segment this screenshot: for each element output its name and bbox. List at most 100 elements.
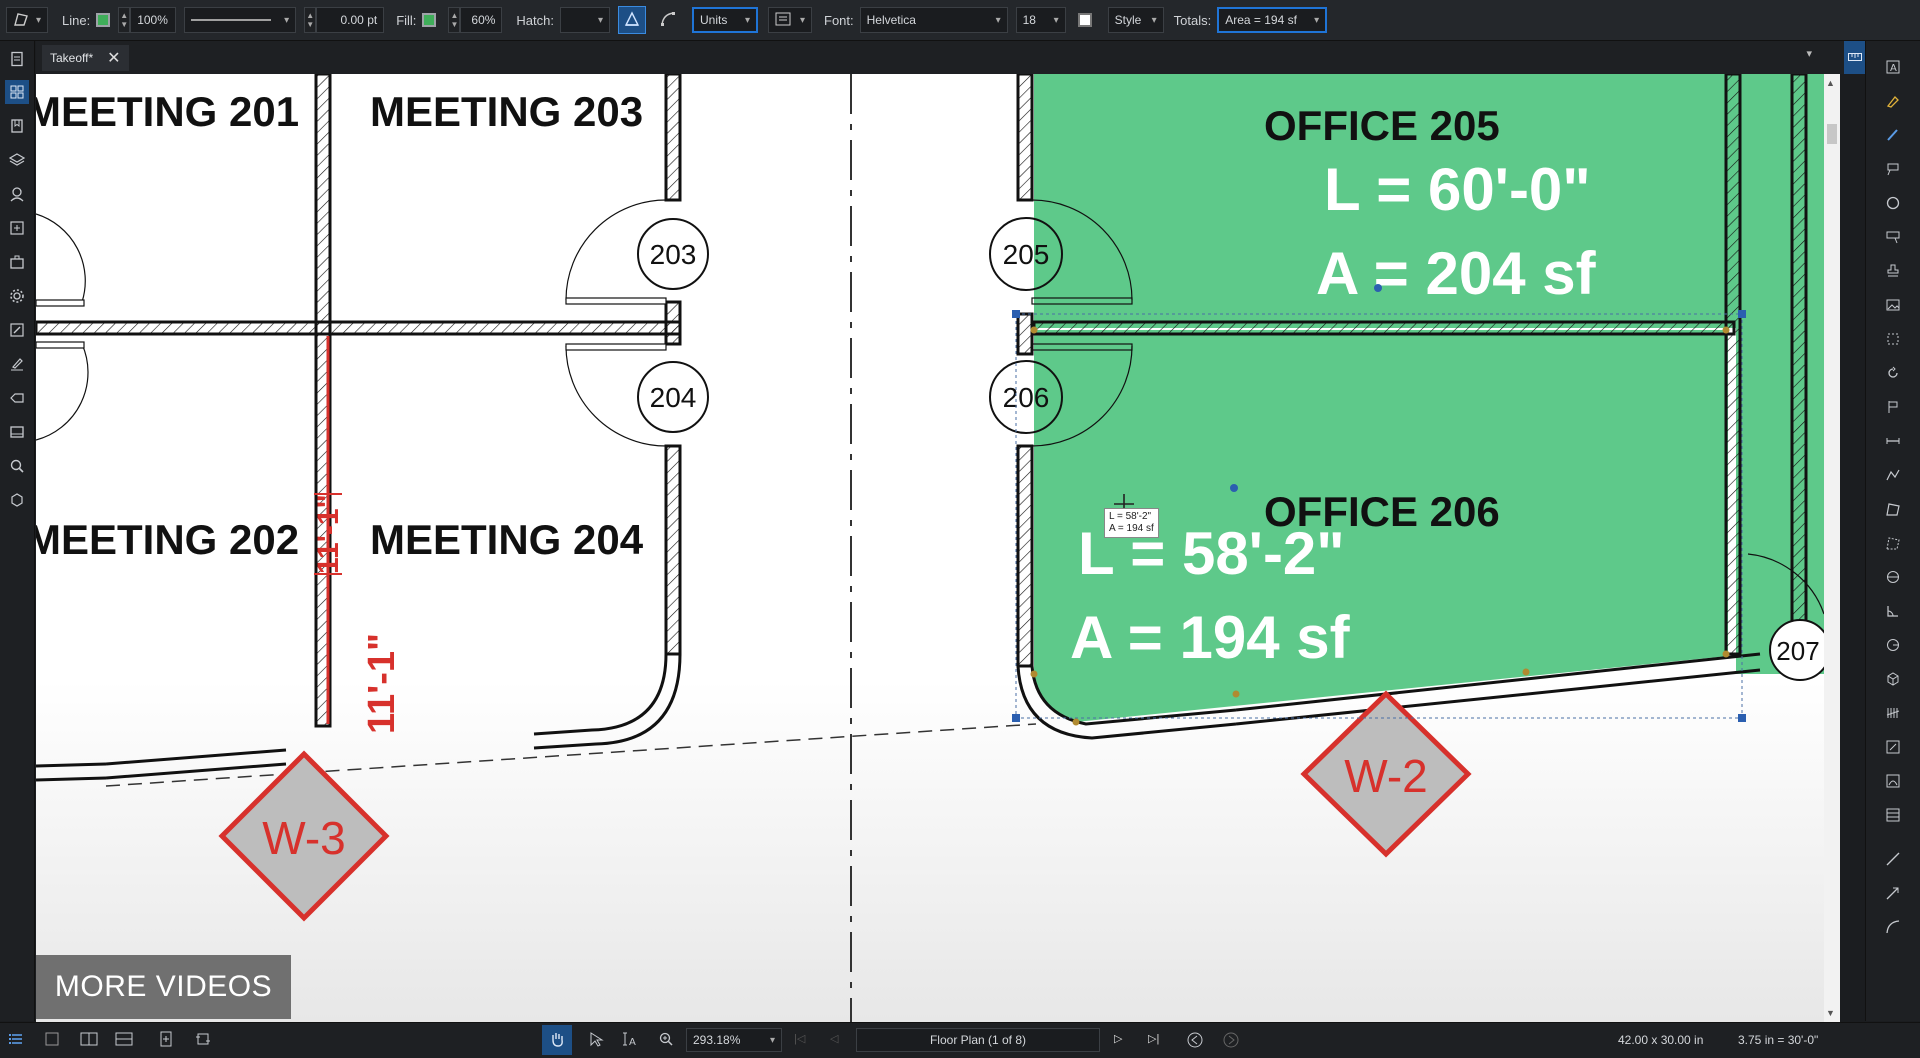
- markups-list-icon[interactable]: [5, 318, 29, 342]
- curve-icon: [659, 10, 677, 31]
- svg-text:W-3: W-3: [262, 812, 346, 864]
- units-dropdown[interactable]: Units ▾: [692, 7, 758, 33]
- text-color-swatch[interactable]: [1077, 13, 1092, 27]
- list-view-icon[interactable]: [8, 1031, 24, 1050]
- page-navigator[interactable]: Floor Plan (1 of 8): [856, 1028, 1100, 1052]
- drawing-canvas[interactable]: 203 204 205 206 207 MEETING 201 MEETING …: [36, 74, 1824, 1022]
- ruler-toggle-button[interactable]: [1844, 41, 1866, 74]
- split-horizontal-icon[interactable]: [115, 1031, 133, 1050]
- tab-list-chevron-down-icon[interactable]: ▾: [1806, 47, 1812, 60]
- fill-opacity-stepper[interactable]: ▲ ▼: [448, 7, 461, 33]
- stamp-icon[interactable]: [1881, 259, 1905, 283]
- font-label: Font:: [824, 12, 854, 28]
- length-measure-icon[interactable]: [1881, 429, 1905, 453]
- previous-view-icon[interactable]: [1186, 1031, 1204, 1052]
- svg-text:W-2: W-2: [1344, 750, 1428, 802]
- line-width-stepper[interactable]: ▲ ▼: [304, 7, 317, 33]
- select-pointer-icon[interactable]: [588, 1031, 604, 1050]
- table-icon[interactable]: [1881, 803, 1905, 827]
- status-bar: A 293.18% ▾ |◁ ◁ Floor Plan (1 of 8) ▷ ▷|…: [0, 1022, 1920, 1058]
- add-page-icon[interactable]: [158, 1031, 174, 1050]
- style-dropdown[interactable]: Style ▾: [1107, 7, 1164, 33]
- font-size-dropdown[interactable]: 18 ▾: [1015, 7, 1066, 33]
- places-icon[interactable]: [5, 182, 29, 206]
- polylength-icon[interactable]: [1881, 463, 1905, 487]
- area-measure-icon[interactable]: [1881, 497, 1905, 521]
- scrollbar-thumb[interactable]: [1827, 124, 1837, 144]
- door-tag-203: 203: [637, 218, 709, 290]
- tab-takeoff[interactable]: Takeoff* ✕: [42, 44, 129, 71]
- sync-view-icon[interactable]: [195, 1031, 211, 1050]
- office-205-area-label: A = 204 sf: [1316, 240, 1597, 307]
- single-page-view-icon[interactable]: [44, 1031, 60, 1050]
- image-icon[interactable]: [1881, 293, 1905, 317]
- curve-tool-button[interactable]: [654, 6, 682, 34]
- crop-area-icon[interactable]: [1881, 327, 1905, 351]
- ellipse-icon[interactable]: [1881, 191, 1905, 215]
- arrow-icon[interactable]: [1881, 881, 1905, 905]
- angle-icon[interactable]: [1881, 599, 1905, 623]
- highlighter-icon[interactable]: [1881, 89, 1905, 113]
- next-page-icon[interactable]: ▷: [1114, 1032, 1122, 1045]
- arc-icon[interactable]: [1881, 915, 1905, 939]
- line-opacity-stepper[interactable]: ▲ ▼: [118, 7, 131, 33]
- office-205-length-label: L = 60'-0": [1324, 156, 1591, 223]
- flag-icon[interactable]: [1881, 395, 1905, 419]
- totals-dropdown[interactable]: Area = 194 sf ▾: [1217, 7, 1328, 33]
- close-tab-icon[interactable]: ✕: [107, 48, 120, 68]
- file-access-icon[interactable]: [5, 47, 29, 71]
- pen-icon[interactable]: [1881, 123, 1905, 147]
- search-icon[interactable]: [5, 454, 29, 478]
- hatch-dropdown[interactable]: ▾: [560, 7, 610, 33]
- layers-icon[interactable]: [5, 148, 29, 172]
- thumbnails-icon[interactable]: [5, 80, 29, 104]
- last-page-icon[interactable]: ▷|: [1148, 1032, 1159, 1045]
- svg-text:203: 203: [650, 239, 697, 270]
- studio-icon[interactable]: [5, 420, 29, 444]
- bookmarks-icon[interactable]: [5, 114, 29, 138]
- line-style-dropdown[interactable]: ▾: [184, 7, 297, 33]
- fill-opacity-field[interactable]: 60%: [460, 7, 503, 33]
- scroll-down-icon[interactable]: ▼: [1826, 1008, 1835, 1018]
- split-vertical-icon[interactable]: [80, 1031, 98, 1050]
- tag-icon[interactable]: [5, 386, 29, 410]
- first-page-icon[interactable]: |◁: [794, 1032, 805, 1045]
- measure-tool-button[interactable]: [618, 6, 646, 34]
- rotate-icon[interactable]: [1881, 361, 1905, 385]
- next-view-icon[interactable]: [1222, 1031, 1240, 1052]
- volume-icon[interactable]: [1881, 667, 1905, 691]
- line-color-swatch[interactable]: [96, 13, 111, 27]
- tool-select-dropdown[interactable]: ▾: [6, 7, 48, 33]
- line-icon[interactable]: [1881, 847, 1905, 871]
- font-dropdown[interactable]: Helvetica ▾: [859, 7, 1008, 33]
- measurements-icon[interactable]: [5, 488, 29, 512]
- zoom-icon[interactable]: [658, 1031, 674, 1050]
- signatures-icon[interactable]: [5, 352, 29, 376]
- select-text-icon[interactable]: A: [622, 1031, 638, 1050]
- pan-tool-button[interactable]: [542, 1025, 572, 1055]
- perimeter-icon[interactable]: [1881, 531, 1905, 555]
- arrow-callout-icon[interactable]: [1881, 225, 1905, 249]
- scroll-up-icon[interactable]: ▲: [1826, 78, 1835, 88]
- dynamic-fill-icon[interactable]: [1881, 769, 1905, 793]
- page-labels-icon[interactable]: [5, 216, 29, 240]
- text-align-dropdown[interactable]: ▾: [768, 7, 812, 33]
- callout-icon[interactable]: [1881, 157, 1905, 181]
- radius-icon[interactable]: [1881, 633, 1905, 657]
- properties-gear-icon[interactable]: [5, 284, 29, 308]
- line-opacity-field[interactable]: 100%: [130, 7, 177, 33]
- more-videos-button[interactable]: MORE VIDEOS: [36, 955, 291, 1019]
- cutout-icon[interactable]: [1881, 735, 1905, 759]
- line-label: Line:: [62, 12, 91, 28]
- text-box-icon[interactable]: A: [1881, 55, 1905, 79]
- fill-color-swatch[interactable]: [422, 13, 437, 27]
- toolbox-icon[interactable]: [5, 250, 29, 274]
- diameter-icon[interactable]: [1881, 565, 1905, 589]
- tooltip-area: A = 194 sf: [1109, 523, 1154, 534]
- vertical-scrollbar[interactable]: ▲ ▼: [1824, 74, 1840, 1022]
- previous-page-icon[interactable]: ◁: [830, 1032, 838, 1045]
- count-icon[interactable]: [1881, 701, 1905, 725]
- zoom-level-dropdown[interactable]: 293.18% ▾: [686, 1028, 782, 1052]
- units-label: Units: [700, 13, 728, 27]
- line-width-field[interactable]: 0.00 pt: [316, 7, 385, 33]
